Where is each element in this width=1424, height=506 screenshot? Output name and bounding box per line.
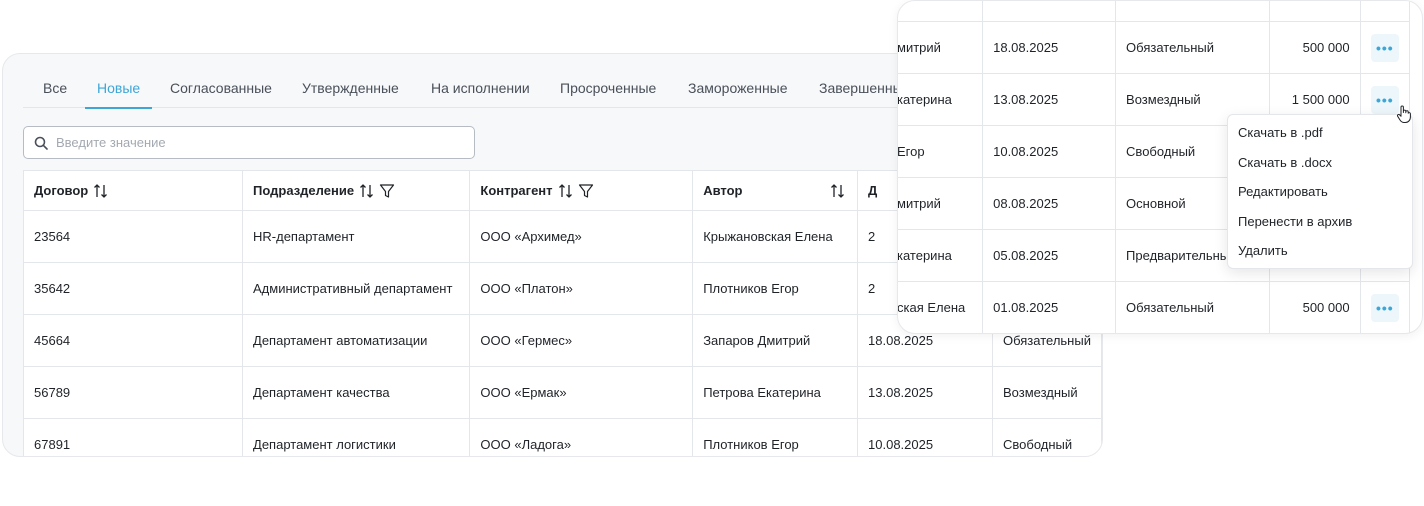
cell-counterparty: ООО «Платон» — [469, 262, 694, 315]
table-row — [897, 334, 1410, 335]
cell-date: 01.08.2025 — [982, 281, 1117, 333]
cell-department: Департамент логистики — [242, 418, 471, 456]
cell-date: 18.08.2025 — [982, 21, 1117, 74]
cell-date: 10.08.2025 — [982, 125, 1117, 178]
menu-item-edit[interactable]: Редактировать — [1228, 177, 1412, 207]
sort-icon[interactable] — [557, 182, 575, 200]
table-row — [898, 1, 1411, 22]
search-icon — [34, 136, 48, 150]
cell-author: Петрова Екатерина — [692, 366, 859, 419]
table-row[interactable]: ская Елена 01.08.2025 Обязательный 500 0… — [898, 281, 1411, 333]
menu-item-archive[interactable]: Перенести в архив — [1228, 207, 1412, 237]
cell-author: Плотников Егор — [692, 262, 859, 315]
cell-date: 13.08.2025 — [982, 73, 1117, 126]
cell-contract: 45664 — [22, 314, 244, 367]
column-header-department[interactable]: Подразделение — [242, 170, 471, 211]
cell-author: Крыжановская Елена — [692, 210, 859, 263]
tab-frozen[interactable]: Замороженные — [676, 68, 800, 108]
menu-item-delete[interactable]: Удалить — [1228, 236, 1412, 266]
cell-type: Обязательный — [1115, 281, 1271, 333]
cell-author: катерина — [898, 229, 984, 282]
cell-author: митрий — [898, 177, 984, 230]
row-actions-menu: Скачать в .pdf Скачать в .docx Редактиро… — [1227, 114, 1413, 269]
cell-date: 10.08.2025 — [857, 418, 993, 456]
cell-actions: ••• — [1359, 21, 1411, 74]
cell-type: Обязательный — [1115, 21, 1271, 74]
cell-contract: 35642 — [22, 262, 244, 315]
sort-icon[interactable] — [358, 182, 376, 200]
menu-item-download-docx[interactable]: Скачать в .docx — [1228, 148, 1412, 178]
search-input[interactable] — [56, 135, 456, 150]
table-row[interactable]: митрий 18.08.2025 Обязательный 500 000 •… — [898, 21, 1411, 74]
cell-amount: 500 000 — [1269, 21, 1361, 74]
tab-all[interactable]: Все — [31, 68, 79, 108]
cell-date: 13.08.2025 — [857, 366, 993, 419]
more-actions-button[interactable]: ••• — [1370, 293, 1399, 322]
cell-contract: 56789 — [22, 366, 244, 419]
cell-date: 08.08.2025 — [982, 177, 1117, 230]
cell-author: митрий — [898, 21, 984, 74]
cell-department: HR-департамент — [242, 210, 471, 263]
table-row[interactable]: 67891 Департамент логистики ООО «Ладога»… — [22, 418, 1102, 456]
table-row[interactable]: 56789 Департамент качества ООО «Ермак» П… — [22, 366, 1102, 419]
cell-date: 05.08.2025 — [982, 229, 1117, 282]
tab-approved[interactable]: Утвержденные — [290, 68, 411, 108]
cell-author: Запаров Дмитрий — [692, 314, 859, 367]
cell-author: Егор — [898, 125, 984, 178]
more-actions-button[interactable]: ••• — [1370, 33, 1399, 62]
cell-department: Департамент качества — [242, 366, 471, 419]
cell-author: Плотников Егор — [692, 418, 859, 456]
cell-actions: ••• — [1359, 281, 1411, 333]
tab-new[interactable]: Новые — [85, 68, 153, 109]
cell-amount: 500 000 — [1269, 281, 1361, 333]
cell-department: Департамент автоматизации — [242, 314, 471, 367]
tab-agreed[interactable]: Согласованные — [158, 68, 284, 108]
cell-author: ская Елена — [898, 281, 984, 333]
sort-icon[interactable] — [829, 182, 847, 200]
column-header-label: Договор — [34, 183, 89, 198]
cell-type: Возмездный — [992, 366, 1102, 419]
tab-overdue[interactable]: Просроченные — [548, 68, 668, 108]
cell-counterparty: ООО «Архимед» — [469, 210, 694, 263]
cell-counterparty: ООО «Ермак» — [469, 366, 694, 419]
column-header-label: Подразделение — [253, 183, 355, 198]
cell-contract: 23564 — [22, 210, 244, 263]
column-header-author[interactable]: Автор — [692, 170, 859, 211]
column-header-contract[interactable]: Договор — [22, 170, 244, 211]
cell-contract: 67891 — [22, 418, 244, 456]
tab-in-progress[interactable]: На исполнении — [419, 68, 542, 108]
cell-counterparty: ООО «Гермес» — [469, 314, 694, 367]
column-header-counterparty[interactable]: Контрагент — [469, 170, 694, 211]
cell-type: Свободный — [992, 418, 1102, 456]
more-actions-button[interactable]: ••• — [1370, 85, 1399, 114]
filter-icon[interactable] — [577, 182, 595, 200]
sort-icon[interactable] — [92, 182, 110, 200]
column-header-label: Контрагент — [480, 183, 553, 198]
column-header-label: Автор — [703, 183, 743, 198]
filter-icon[interactable] — [378, 182, 396, 200]
cell-author: катерина — [898, 73, 984, 126]
menu-item-download-pdf[interactable]: Скачать в .pdf — [1228, 118, 1412, 148]
search-box — [23, 126, 475, 159]
hand-cursor-icon — [1396, 104, 1412, 124]
cell-counterparty: ООО «Ладога» — [469, 418, 694, 456]
cell-department: Административный департамент — [242, 262, 471, 315]
